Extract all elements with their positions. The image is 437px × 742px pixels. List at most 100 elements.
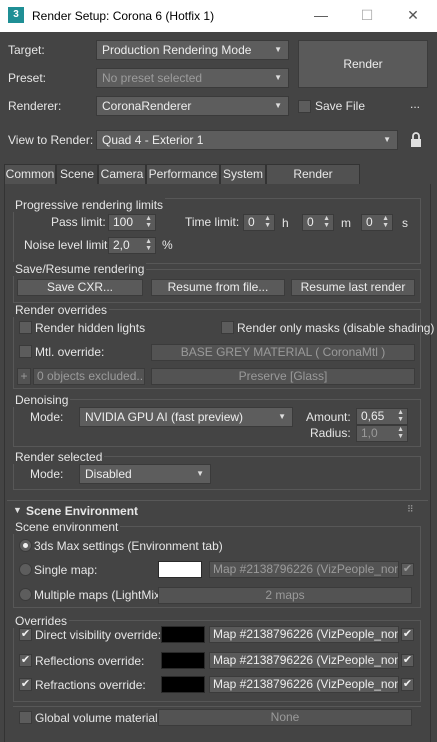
excluded-objects-button[interactable]: 0 objects excluded... [33, 368, 145, 385]
multiple-maps-button[interactable]: 2 maps [158, 587, 412, 604]
hours-value: 0 [248, 215, 255, 229]
direct-visibility-checkbox[interactable]: ✔ [19, 628, 32, 641]
hidden-lights-checkbox[interactable] [19, 321, 32, 334]
volume-divider [13, 706, 421, 707]
hours-spinner[interactable]: 0 ▲ ▼ [243, 214, 275, 231]
refractions-map-checkbox[interactable]: ✔ [401, 678, 414, 691]
window-title: Render Setup: Corona 6 (Hotfix 1) [32, 9, 215, 23]
global-volume-checkbox[interactable] [19, 711, 32, 724]
mtl-override-checkbox[interactable] [19, 345, 32, 358]
direct-visibility-map-button[interactable]: Map #2138796226 (VizPeople_non_co [209, 626, 399, 643]
resume-from-file-button[interactable]: Resume from file... [151, 279, 285, 296]
env-3ds-label: 3ds Max settings (Environment tab) [34, 539, 223, 553]
save-file-label: Save File [315, 99, 366, 113]
progressive-limits-title: Progressive rendering limits [13, 198, 166, 212]
amount-spinner[interactable]: 0,65 ▲ ▼ [356, 408, 408, 425]
direct-visibility-map-checkbox[interactable]: ✔ [401, 628, 414, 641]
renderer-dropdown[interactable]: CoronaRenderer ▼ [96, 96, 289, 116]
amount-label: Amount: [306, 410, 351, 424]
noise-limit-value: 2,0 [113, 238, 130, 252]
spinner-arrows-icon: ▲ ▼ [382, 215, 389, 229]
refractions-label: Refractions override: [35, 678, 146, 692]
close-button[interactable]: ✕ [390, 0, 436, 32]
single-map-enable-checkbox[interactable]: ✔ [401, 563, 414, 576]
more-options-button[interactable]: ... [410, 97, 420, 111]
denoise-mode-value: NVIDIA GPU AI (fast preview) [85, 410, 244, 424]
chevron-down-icon: ▼ [383, 135, 391, 144]
preset-label: Preset: [8, 71, 47, 85]
tab-system[interactable]: System [220, 164, 266, 184]
resume-last-render-button[interactable]: Resume last render [291, 279, 415, 296]
tab-render-elements[interactable]: Render Elements [266, 164, 360, 199]
preset-value: No preset selected [102, 71, 203, 85]
lock-icon[interactable] [406, 130, 426, 150]
direct-visibility-label: Direct visibility override: [35, 628, 162, 642]
refractions-map-button[interactable]: Map #2138796226 (VizPeople_non_co [209, 676, 399, 693]
spinner-arrows-icon: ▲ ▼ [145, 215, 152, 229]
seconds-unit: s [402, 216, 408, 230]
spinner-arrows-icon: ▲ ▼ [397, 426, 404, 440]
maximize-button[interactable]: ☐ [344, 0, 390, 32]
denoise-mode-dropdown[interactable]: NVIDIA GPU AI (fast preview) ▼ [79, 407, 293, 427]
chevron-down-icon: ▼ [278, 412, 286, 421]
add-exclusion-button[interactable]: + [17, 368, 31, 385]
preset-dropdown[interactable]: No preset selected ▼ [96, 68, 289, 88]
direct-visibility-color-swatch[interactable] [161, 626, 205, 643]
noise-limit-spinner[interactable]: 2,0 ▲ ▼ [108, 237, 156, 254]
render-selected-dropdown[interactable]: Disabled ▼ [79, 464, 211, 484]
tab-common[interactable]: Common [4, 164, 56, 184]
scene-environment-rollout-title[interactable]: Scene Environment [26, 504, 138, 518]
save-resume-title: Save/Resume rendering [13, 262, 147, 276]
reflections-map-checkbox[interactable]: ✔ [401, 654, 414, 667]
reflections-color-swatch[interactable] [161, 652, 205, 669]
noise-unit: % [162, 238, 173, 252]
view-to-render-dropdown[interactable]: Quad 4 - Exterior 1 ▼ [96, 130, 398, 150]
chevron-down-icon: ▼ [196, 469, 204, 478]
minimize-button[interactable]: — [298, 0, 344, 32]
refractions-color-swatch[interactable] [161, 676, 205, 693]
radius-spinner[interactable]: 1,0 ▲ ▼ [356, 425, 408, 442]
env-3ds-radio[interactable] [19, 539, 32, 552]
app-logo-icon: 3 [8, 7, 24, 23]
single-map-button[interactable]: Map #2138796226 (VizPeople_non_co [209, 561, 399, 578]
render-button[interactable]: Render [298, 40, 428, 88]
target-dropdown[interactable]: Production Rendering Mode ▼ [96, 40, 289, 60]
rollout-divider [7, 500, 428, 501]
pass-limit-value: 100 [113, 215, 134, 229]
spinner-arrows-icon: ▲ ▼ [145, 238, 152, 252]
reflections-map-button[interactable]: Map #2138796226 (VizPeople_non_co [209, 652, 399, 669]
mtl-override-button[interactable]: BASE GREY MATERIAL ( CoronaMtl ) [151, 344, 415, 361]
seconds-spinner[interactable]: 0 ▲ ▼ [361, 214, 393, 231]
mtl-override-label: Mtl. override: [35, 345, 105, 359]
hours-unit: h [282, 216, 289, 230]
single-map-color-swatch[interactable] [158, 561, 202, 578]
env-multiple-maps-label: Multiple maps (LightMix): [34, 588, 168, 602]
target-label: Target: [8, 43, 45, 57]
render-setup-window: 3 Render Setup: Corona 6 (Hotfix 1) — ☐ … [0, 0, 437, 742]
rollout-collapse-icon[interactable]: ▼ [13, 504, 25, 516]
global-volume-button[interactable]: None [158, 709, 412, 726]
save-file-checkbox[interactable] [298, 100, 311, 113]
minutes-spinner[interactable]: 0 ▲ ▼ [302, 214, 334, 231]
tab-scene[interactable]: Scene [56, 164, 98, 185]
pass-limit-spinner[interactable]: 100 ▲ ▼ [108, 214, 156, 231]
env-single-map-label: Single map: [34, 563, 98, 577]
env-multiple-maps-radio[interactable] [19, 588, 32, 601]
env-single-map-radio[interactable] [19, 563, 32, 576]
drag-handle-icon[interactable]: ⠿ [407, 504, 414, 515]
pass-limit-label: Pass limit: [51, 215, 106, 229]
radius-value: 1,0 [361, 426, 378, 440]
only-masks-checkbox[interactable] [221, 321, 234, 334]
chevron-down-icon: ▼ [274, 73, 282, 82]
chevron-down-icon: ▼ [274, 45, 282, 54]
preserve-button[interactable]: Preserve [Glass] [151, 368, 415, 385]
seconds-value: 0 [366, 215, 373, 229]
save-cxr-button[interactable]: Save CXR... [17, 279, 143, 296]
render-selected-value: Disabled [85, 467, 132, 481]
refractions-checkbox[interactable]: ✔ [19, 678, 32, 691]
reflections-checkbox[interactable]: ✔ [19, 654, 32, 667]
only-masks-label: Render only masks (disable shading) [237, 321, 435, 335]
noise-limit-label: Noise level limit: [24, 238, 111, 252]
tab-camera[interactable]: Camera [98, 164, 146, 184]
tab-performance[interactable]: Performance [146, 164, 220, 184]
